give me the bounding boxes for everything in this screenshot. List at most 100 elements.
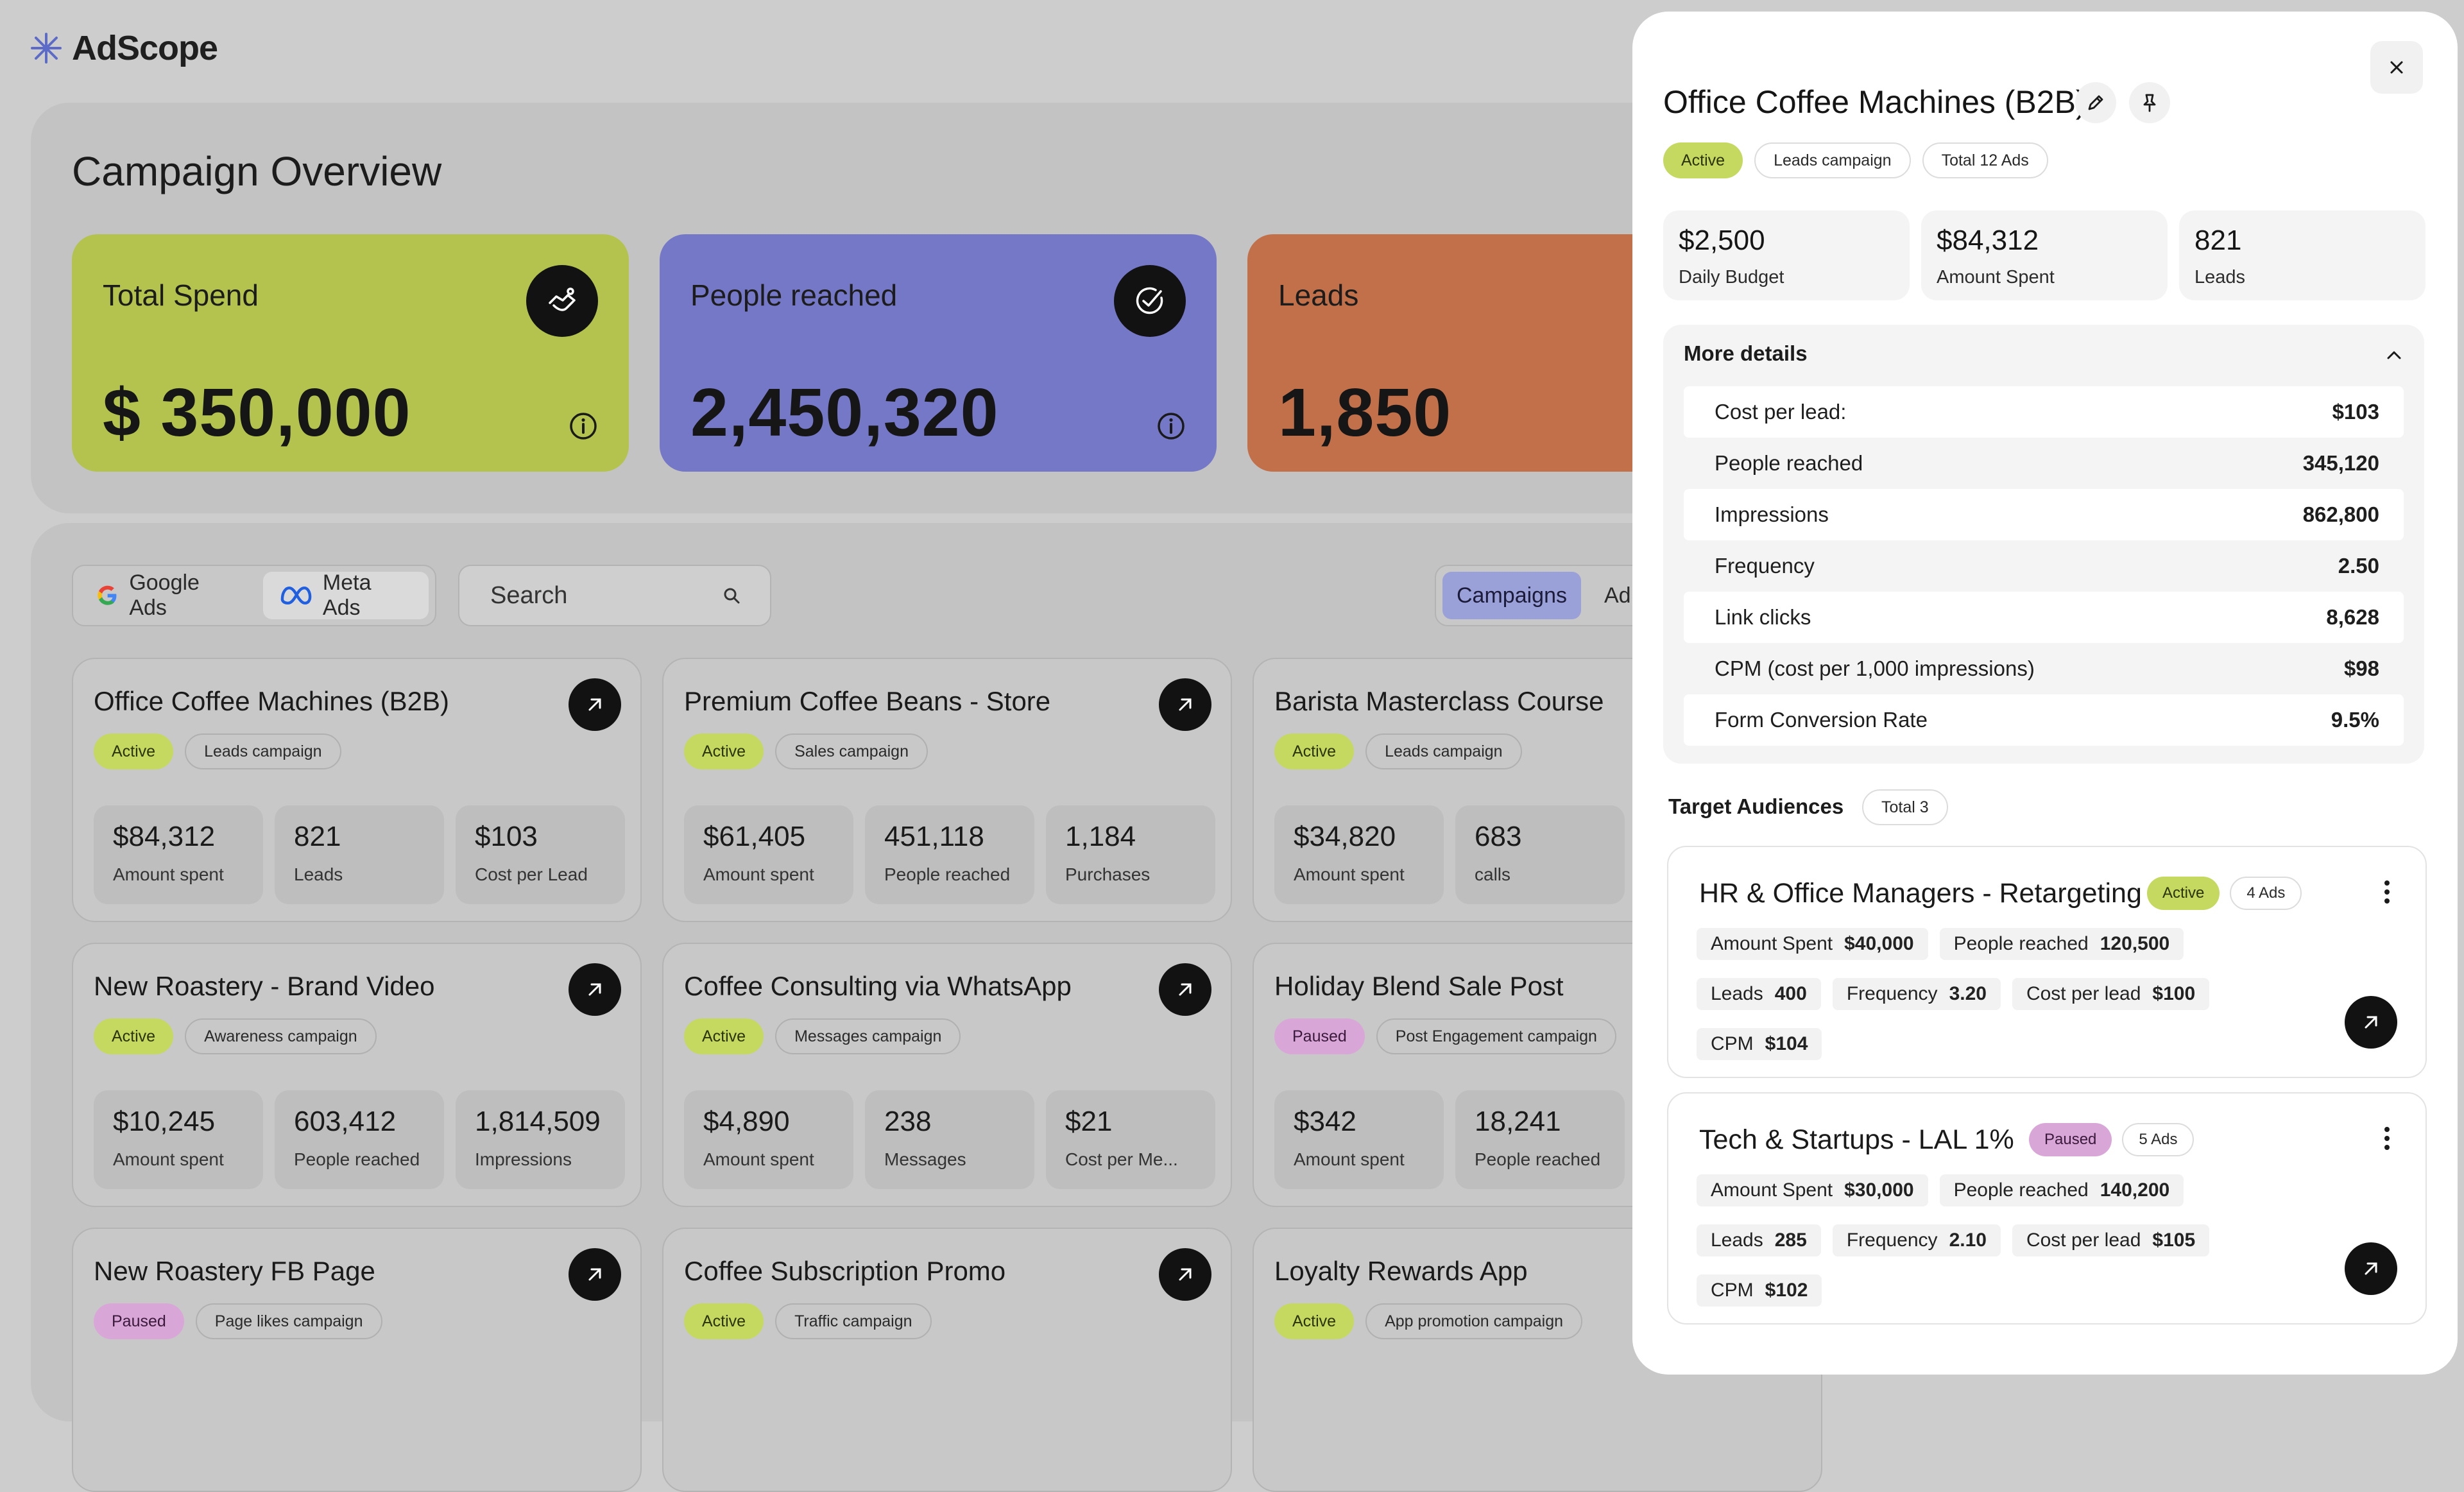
- detail-row-value: 8,628: [2326, 605, 2379, 629]
- google-ads-filter[interactable]: Google Ads: [80, 570, 257, 620]
- arrow-up-right-icon: [1179, 1268, 1192, 1281]
- campaign-name: New Roastery FB Page: [94, 1256, 375, 1286]
- chip-label: People reached: [1953, 933, 2089, 954]
- chip-value: $104: [1765, 1033, 1808, 1054]
- more-details-section: More details Cost per lead: $103 People re…: [1663, 325, 2424, 764]
- audience-metric-chip: Amount Spent $30,000: [1697, 1174, 1928, 1206]
- campaign-card[interactable]: Premium Coffee Beans - Store Active Sale…: [662, 658, 1232, 922]
- metric-value: 603,412: [294, 1106, 397, 1137]
- chevron-up-icon[interactable]: [2383, 344, 2405, 366]
- open-campaign-button[interactable]: [569, 678, 621, 731]
- stat-value: $ 350,000: [103, 375, 411, 450]
- info-icon[interactable]: [1156, 411, 1186, 441]
- detail-row-value: $103: [2332, 400, 2379, 424]
- metric-value: $34,820: [1294, 821, 1396, 852]
- chip-label: Cost per lead: [2026, 983, 2141, 1004]
- metric-value: $21: [1065, 1106, 1113, 1137]
- audience-metric-chip: Frequency 3.20: [1832, 978, 2001, 1010]
- campaign-card[interactable]: Coffee Subscription Promo Active Traffic…: [662, 1228, 1232, 1492]
- metric-label: Amount spent: [703, 864, 814, 884]
- audience-tags: Active 4 Ads: [2147, 877, 2302, 910]
- campaign-name: Coffee Consulting via WhatsApp: [684, 971, 1072, 1001]
- campaign-tags: Active Traffic campaign: [684, 1303, 932, 1339]
- detail-row-value: 2.50: [2338, 554, 2379, 578]
- open-campaign-button[interactable]: [569, 1248, 621, 1301]
- metric-label: Leads: [294, 864, 343, 884]
- campaign-name: Barista Masterclass Course: [1274, 686, 1604, 716]
- campaign-type-badge: App promotion campaign: [1365, 1303, 1583, 1339]
- chip-value: $102: [1765, 1280, 1808, 1301]
- kpi-label: Daily Budget: [1679, 267, 1784, 287]
- campaign-metrics: $84,312 Amount spent 821 Leads $103 Cost per …: [94, 805, 625, 904]
- metric-tile: $21 Cost per Me...: [1046, 1090, 1215, 1189]
- detail-row: People reached 345,120: [1684, 438, 2404, 489]
- open-campaign-button[interactable]: [1159, 963, 1211, 1016]
- open-campaign-button[interactable]: [569, 963, 621, 1016]
- detail-row: Impressions 862,800: [1684, 489, 2404, 540]
- chip-label: Frequency: [1846, 1230, 1938, 1251]
- open-campaign-button[interactable]: [1159, 1248, 1211, 1301]
- info-icon[interactable]: [569, 411, 598, 441]
- chip-label: People reached: [1953, 1179, 2089, 1201]
- more-details-title[interactable]: More details: [1684, 341, 1808, 366]
- campaign-type-badge: Traffic campaign: [775, 1303, 932, 1339]
- audience-metric-chip: CPM $104: [1697, 1028, 1822, 1060]
- search-box: [458, 565, 771, 626]
- status-badge: Active: [684, 1303, 764, 1339]
- arrow-up-right-icon: [1179, 698, 1192, 711]
- status-badge: Paused: [94, 1303, 184, 1339]
- search-icon[interactable]: [723, 587, 740, 605]
- campaign-card[interactable]: Coffee Consulting via WhatsApp Active Me…: [662, 943, 1232, 1207]
- metric-label: Messages: [884, 1149, 966, 1169]
- campaign-card[interactable]: Office Coffee Machines (B2B) Active Lead…: [72, 658, 642, 922]
- metric-label: Cost per Lead: [475, 864, 588, 884]
- audience-card[interactable]: Tech & Startups - LAL 1% Paused 5 Ads Am…: [1667, 1092, 2427, 1325]
- tab-campaigns[interactable]: Campaigns: [1442, 572, 1581, 619]
- status-badge: Paused: [1274, 1018, 1365, 1054]
- arrow-up-right-icon: [588, 983, 601, 996]
- meta-ads-filter[interactable]: Meta Ads: [262, 570, 429, 620]
- stat-value: 1,850: [1278, 375, 1452, 450]
- metric-tile: $342 Amount spent: [1274, 1090, 1444, 1189]
- audience-metric-chip: Frequency 2.10: [1832, 1224, 2001, 1256]
- campaign-type-badge: Messages campaign: [775, 1018, 961, 1054]
- close-button[interactable]: [2370, 41, 2423, 94]
- meta-icon: [280, 587, 312, 605]
- campaign-card[interactable]: New Roastery - Brand Video Active Awaren…: [72, 943, 642, 1207]
- target-audiences-title: Target Audiences: [1668, 794, 1844, 818]
- detail-kpis: $2,500 Daily Budget $84,312 Amount Spent…: [1663, 210, 2426, 300]
- app-name: AdScope: [72, 29, 218, 67]
- chip-value: 400: [1774, 983, 1807, 1004]
- open-audience-button[interactable]: [2345, 996, 2397, 1049]
- more-vertical-icon[interactable]: [2383, 878, 2391, 906]
- metric-label: Amount spent: [1294, 1149, 1405, 1169]
- pin-icon: [2143, 94, 2156, 112]
- campaign-tags: Active Leads campaign: [94, 733, 341, 769]
- audience-card[interactable]: HR & Office Managers - Retargeting Activ…: [1667, 846, 2427, 1078]
- status-badge: Active: [2147, 877, 2220, 910]
- search-input[interactable]: [489, 581, 707, 610]
- edit-button[interactable]: [2075, 82, 2116, 123]
- pin-button[interactable]: [2129, 82, 2170, 123]
- stat-label: Leads: [1278, 279, 1359, 312]
- open-campaign-button[interactable]: [1159, 678, 1211, 731]
- app-logo[interactable]: AdScope: [30, 27, 218, 69]
- open-audience-button[interactable]: [2345, 1242, 2397, 1295]
- audience-metric-chip: Leads 285: [1697, 1224, 1821, 1256]
- campaign-card[interactable]: New Roastery FB Page Paused Page likes c…: [72, 1228, 642, 1492]
- metric-label: Cost per Me...: [1065, 1149, 1178, 1169]
- metric-tile: $4,890 Amount spent: [684, 1090, 853, 1189]
- metric-tile: $10,245 Amount spent: [94, 1090, 263, 1189]
- stat-label: Total Spend: [103, 279, 259, 312]
- arrow-up-right-icon: [1179, 983, 1192, 996]
- audience-metric-chip: People reached 120,500: [1939, 928, 2184, 960]
- metric-label: People reached: [1475, 1149, 1601, 1169]
- more-vertical-icon[interactable]: [2383, 1124, 2391, 1153]
- stat-card-people-reached[interactable]: People reached 2,450,320: [660, 234, 1217, 472]
- ads-count-badge: 5 Ads: [2122, 1123, 2194, 1156]
- detail-row-label: CPM (cost per 1,000 impressions): [1715, 656, 2035, 680]
- kpi-daily-budget: $2,500 Daily Budget: [1663, 210, 1910, 300]
- chip-value: $100: [2152, 983, 2196, 1004]
- handshake-icon: [526, 265, 598, 337]
- stat-card-total-spend[interactable]: Total Spend $ 350,000: [72, 234, 629, 472]
